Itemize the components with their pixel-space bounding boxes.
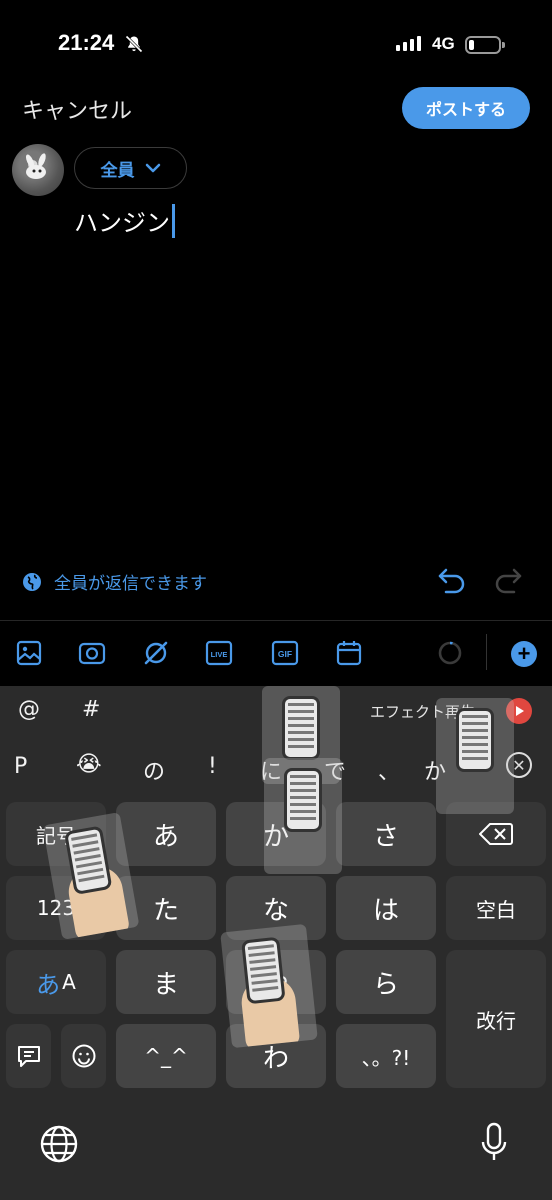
add-post-icon[interactable]: +	[511, 641, 537, 667]
ra-key[interactable]: ら	[336, 950, 436, 1014]
live-label: LIVE	[211, 650, 228, 659]
at-key[interactable]: @	[18, 697, 40, 722]
battery-icon	[465, 36, 505, 54]
globe-icon	[23, 572, 41, 591]
toolbar-separator	[486, 634, 487, 670]
chevron-down-icon	[145, 163, 160, 173]
a-key[interactable]: あ	[116, 802, 216, 866]
live-icon: LIVE	[205, 640, 233, 666]
audience-selector[interactable]: 全員	[74, 147, 187, 189]
gif-icon: GIF	[271, 640, 299, 666]
ma-key[interactable]: ま	[116, 950, 216, 1014]
redo-icon[interactable]	[492, 566, 524, 594]
emoji-key[interactable]	[61, 1024, 106, 1088]
divider	[0, 620, 552, 621]
progress-ring-icon	[438, 641, 462, 665]
schedule-button[interactable]	[334, 638, 364, 668]
image-button[interactable]	[14, 638, 44, 668]
avatar-image	[25, 153, 46, 179]
character-count-ring	[435, 638, 465, 668]
post-button[interactable]: ポストする	[402, 87, 530, 129]
sticker-phone-hand	[220, 923, 318, 1049]
gif-label: GIF	[278, 649, 292, 659]
candidate-3[interactable]: の	[143, 754, 165, 786]
bell-muted-icon	[125, 35, 143, 53]
backspace-icon	[479, 823, 513, 845]
globe-icon[interactable]	[40, 1125, 78, 1163]
signal-icon	[396, 36, 421, 51]
hash-key[interactable]: #	[82, 697, 100, 722]
sa-key[interactable]: さ	[336, 802, 436, 866]
live-button[interactable]: LIVE	[204, 638, 234, 668]
input-mode-key[interactable]: あA	[6, 950, 106, 1014]
microphone-icon[interactable]	[480, 1122, 508, 1164]
candidate-4[interactable]: !	[208, 754, 217, 779]
punctuation-key[interactable]: 、。?!	[336, 1024, 436, 1088]
compose-text: ハンジン	[74, 209, 170, 237]
schedule-icon	[336, 641, 362, 666]
mode-alpha: A	[62, 970, 76, 994]
text-caret	[172, 203, 175, 238]
avatar[interactable]	[12, 144, 64, 196]
network-type: 4G	[432, 34, 455, 53]
smiley-icon	[72, 1044, 95, 1068]
grok-icon	[144, 641, 168, 665]
audience-label: 全員	[100, 160, 135, 181]
camera-icon	[78, 642, 106, 665]
candidate-7[interactable]: 、	[378, 754, 400, 786]
message-icon	[17, 1046, 40, 1067]
sticker-phone-hand	[436, 698, 514, 814]
grok-button[interactable]	[141, 638, 171, 668]
notes-key[interactable]	[6, 1024, 51, 1088]
status-time: 21:24	[58, 30, 115, 55]
candidate-2[interactable]: 😭	[76, 752, 102, 777]
camera-button[interactable]	[77, 638, 107, 668]
kaomoji-key[interactable]: ^_^	[116, 1024, 216, 1088]
undo-icon[interactable]	[436, 566, 468, 594]
enter-key[interactable]: 改行	[446, 950, 546, 1088]
mode-kana: あ	[36, 970, 61, 999]
cancel-button[interactable]: キャンセル	[22, 93, 132, 125]
gif-button[interactable]: GIF	[270, 638, 300, 668]
image-icon	[16, 640, 42, 666]
reply-setting-button[interactable]: 全員が返信できます	[22, 569, 207, 594]
space-key[interactable]: 空白	[446, 876, 546, 940]
candidate-1[interactable]: P	[14, 754, 27, 779]
sticker-phone-hand	[264, 758, 342, 874]
reply-setting-label: 全員が返信できます	[54, 574, 207, 594]
ha-key[interactable]: は	[336, 876, 436, 940]
compose-text-area[interactable]: ハンジン	[74, 203, 175, 238]
